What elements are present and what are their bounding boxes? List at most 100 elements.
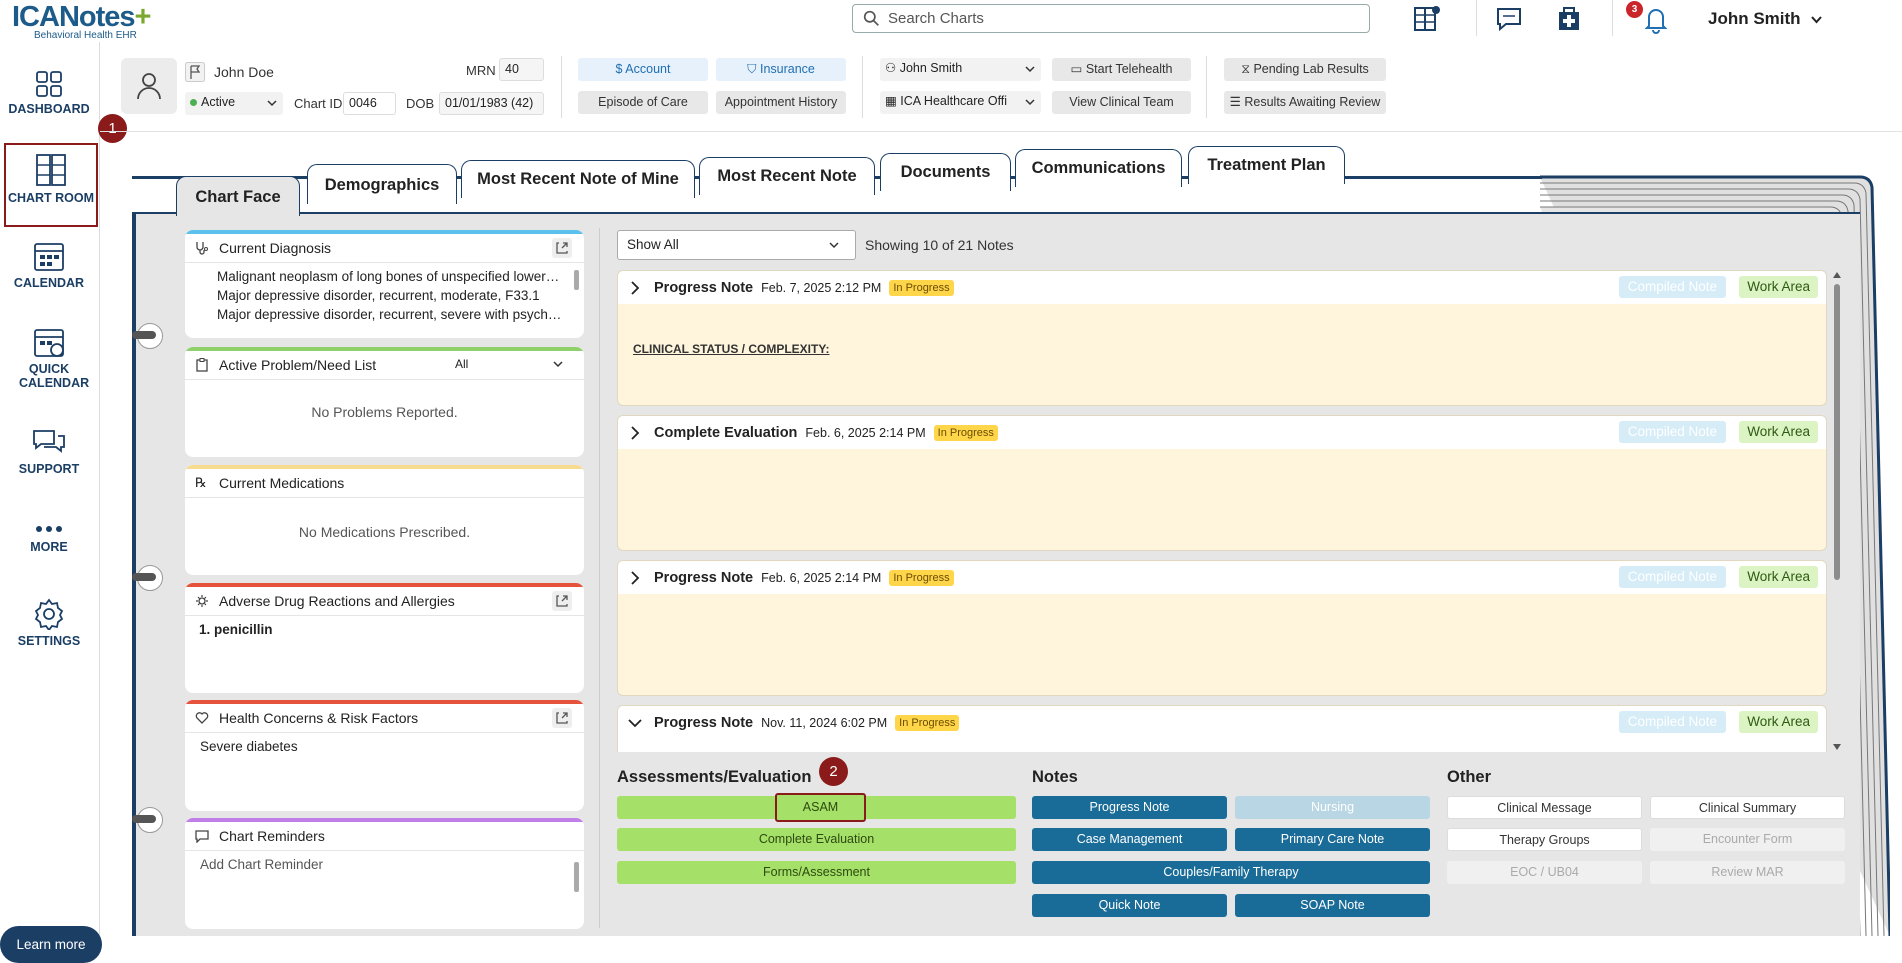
patient-name: John Doe: [214, 64, 274, 80]
list-item: Malignant neoplasm of long bones of unsp…: [217, 267, 562, 286]
scrollbar[interactable]: [574, 862, 579, 892]
bell-icon[interactable]: [1641, 4, 1671, 34]
list-item: 1. penicillin: [199, 622, 273, 637]
tab-documents[interactable]: Documents: [880, 153, 1011, 191]
facility-select[interactable]: ▦ ICA Healthcare Offi: [880, 91, 1041, 114]
appointment-history-button[interactable]: Appointment History: [716, 91, 846, 114]
tab-communications[interactable]: Communications: [1015, 149, 1182, 187]
insurance-button[interactable]: ⛉ Insurance: [716, 58, 846, 81]
nursing-button[interactable]: Nursing: [1235, 796, 1430, 819]
start-telehealth-button[interactable]: ▭ Start Telehealth: [1052, 58, 1191, 81]
search-icon: [863, 10, 879, 26]
note-date: Nov. 11, 2024 6:02 PM: [761, 715, 888, 730]
nav-label: CALENDAR: [13, 276, 85, 290]
note-header[interactable]: Progress Note Feb. 7, 2025 2:12 PM In Pr…: [618, 271, 1826, 304]
eoc-ub04-button[interactable]: EOC / UB04: [1447, 861, 1642, 884]
empty-message: No Problems Reported.: [311, 404, 458, 420]
clinical-summary-button[interactable]: Clinical Summary: [1650, 796, 1845, 819]
therapy-groups-button[interactable]: Therapy Groups: [1447, 828, 1642, 851]
note-header[interactable]: Progress Note Nov. 11, 2024 6:02 PM In P…: [618, 706, 1826, 739]
nav-label: QUICK CALENDAR: [19, 362, 90, 390]
message-icon[interactable]: [1494, 4, 1524, 34]
couples-family-therapy-button[interactable]: Couples/Family Therapy: [1032, 861, 1430, 884]
tab-chart-face[interactable]: Chart Face: [176, 176, 300, 216]
asam-button[interactable]: ASAM: [775, 793, 866, 822]
note-title: Complete Evaluation: [654, 424, 798, 441]
note-header[interactable]: Complete Evaluation Feb. 6, 2025 2:14 PM…: [618, 416, 1826, 449]
nav-support[interactable]: SUPPORT: [0, 428, 98, 476]
add-patient-icon[interactable]: [1554, 4, 1584, 34]
work-area-button[interactable]: Work Area: [1739, 566, 1818, 588]
chevron-right-icon[interactable]: [628, 425, 642, 440]
provider-select[interactable]: ⚇ John Smith: [880, 58, 1041, 81]
chevron-right-icon[interactable]: [628, 570, 642, 585]
note-header[interactable]: Progress Note Feb. 6, 2025 2:14 PM In Pr…: [618, 561, 1826, 594]
notes-filter-select[interactable]: Show All: [617, 230, 856, 260]
forms-assessment-button[interactable]: Forms/Assessment: [617, 861, 1016, 884]
allergies-card: Adverse Drug Reactions and Allergies 1. …: [185, 583, 584, 693]
external-link-icon[interactable]: [552, 708, 572, 728]
chevron-down-icon[interactable]: [628, 716, 642, 730]
tab-demographics[interactable]: Demographics: [307, 164, 457, 204]
app-logo[interactable]: ICANotes+ Behavioral Health EHR: [12, 2, 151, 41]
notes-scrollbar[interactable]: [1832, 270, 1842, 752]
view-clinical-team-button[interactable]: View Clinical Team: [1052, 91, 1191, 114]
tab-most-recent-note[interactable]: Most Recent Note: [699, 157, 875, 195]
review-mar-button[interactable]: Review MAR: [1650, 861, 1845, 884]
flag-icon[interactable]: [185, 62, 205, 82]
status-badge: In Progress: [895, 714, 960, 731]
reminder-input[interactable]: Add Chart Reminder: [185, 851, 584, 872]
avatar[interactable]: [121, 58, 177, 114]
nav-chart-room[interactable]: CHART ROOM: [4, 143, 98, 227]
external-link-icon[interactable]: [552, 238, 572, 258]
results-awaiting-review-button[interactable]: ☰ Results Awaiting Review: [1224, 91, 1386, 114]
stethoscope-icon: [196, 242, 208, 255]
user-menu[interactable]: John Smith: [1708, 9, 1823, 29]
status-select[interactable]: Active: [185, 92, 283, 115]
external-link-icon[interactable]: [552, 591, 572, 611]
nav-label: SETTINGS: [17, 634, 81, 648]
compiled-note-button[interactable]: Compiled Note: [1618, 421, 1726, 443]
pending-lab-results-button[interactable]: ⧖ Pending Lab Results: [1224, 58, 1386, 81]
compiled-note-button[interactable]: Compiled Note: [1618, 276, 1726, 298]
progress-note-button[interactable]: Progress Note: [1032, 796, 1227, 819]
encounter-form-button[interactable]: Encounter Form: [1650, 828, 1845, 851]
active-problem-card: Active Problem/Need List All No Problems…: [185, 347, 584, 457]
scrollbar[interactable]: [574, 270, 579, 290]
notification-badge: 3: [1626, 1, 1643, 18]
case-management-button[interactable]: Case Management: [1032, 828, 1227, 851]
episode-of-care-button[interactable]: Episode of Care: [578, 91, 708, 114]
clinical-message-button[interactable]: Clinical Message: [1447, 796, 1642, 819]
problem-filter-select[interactable]: All: [451, 353, 571, 375]
learn-more-button[interactable]: Learn more: [0, 926, 102, 963]
dob-label: DOB: [406, 96, 435, 111]
search-input[interactable]: Search Charts: [852, 4, 1370, 33]
dashboard-icon: [36, 71, 62, 97]
card-header: Chart Reminders: [185, 822, 584, 851]
account-button[interactable]: $ Account: [578, 58, 708, 81]
nav-more[interactable]: MORE: [0, 522, 98, 554]
note-date: Feb. 6, 2025 2:14 PM: [805, 425, 926, 440]
nav-quick-calendar[interactable]: QUICK CALENDAR: [19, 326, 89, 390]
heart-icon: [195, 712, 209, 724]
compiled-note-button[interactable]: Compiled Note: [1618, 566, 1726, 588]
tab-treatment-plan[interactable]: Treatment Plan: [1188, 146, 1345, 184]
nav-settings[interactable]: SETTINGS: [0, 598, 98, 648]
tab-most-recent-note-of-mine[interactable]: Most Recent Note of Mine: [461, 160, 695, 198]
complete-evaluation-button[interactable]: Complete Evaluation: [617, 828, 1016, 851]
soap-note-button[interactable]: SOAP Note: [1235, 894, 1430, 917]
nav-dashboard[interactable]: DASHBOARD: [0, 70, 98, 116]
quick-note-button[interactable]: Quick Note: [1032, 894, 1227, 917]
primary-care-note-button[interactable]: Primary Care Note: [1235, 828, 1430, 851]
chevron-right-icon[interactable]: [628, 280, 642, 295]
note-body: CLINICAL STATUS / COMPLEXITY:: [633, 342, 830, 356]
note-card: Progress Note Nov. 11, 2024 6:02 PM In P…: [617, 705, 1827, 752]
work-area-button[interactable]: Work Area: [1739, 711, 1818, 733]
work-area-button[interactable]: Work Area: [1739, 276, 1818, 298]
work-area-button[interactable]: Work Area: [1739, 421, 1818, 443]
binder-ring-bar: [132, 331, 156, 339]
nav-calendar[interactable]: CALENDAR: [0, 240, 98, 290]
charts-icon[interactable]: [1412, 4, 1442, 34]
compiled-note-button[interactable]: Compiled Note: [1618, 711, 1726, 733]
top-bar: ICANotes+ Behavioral Health EHR Search C…: [0, 0, 1902, 42]
